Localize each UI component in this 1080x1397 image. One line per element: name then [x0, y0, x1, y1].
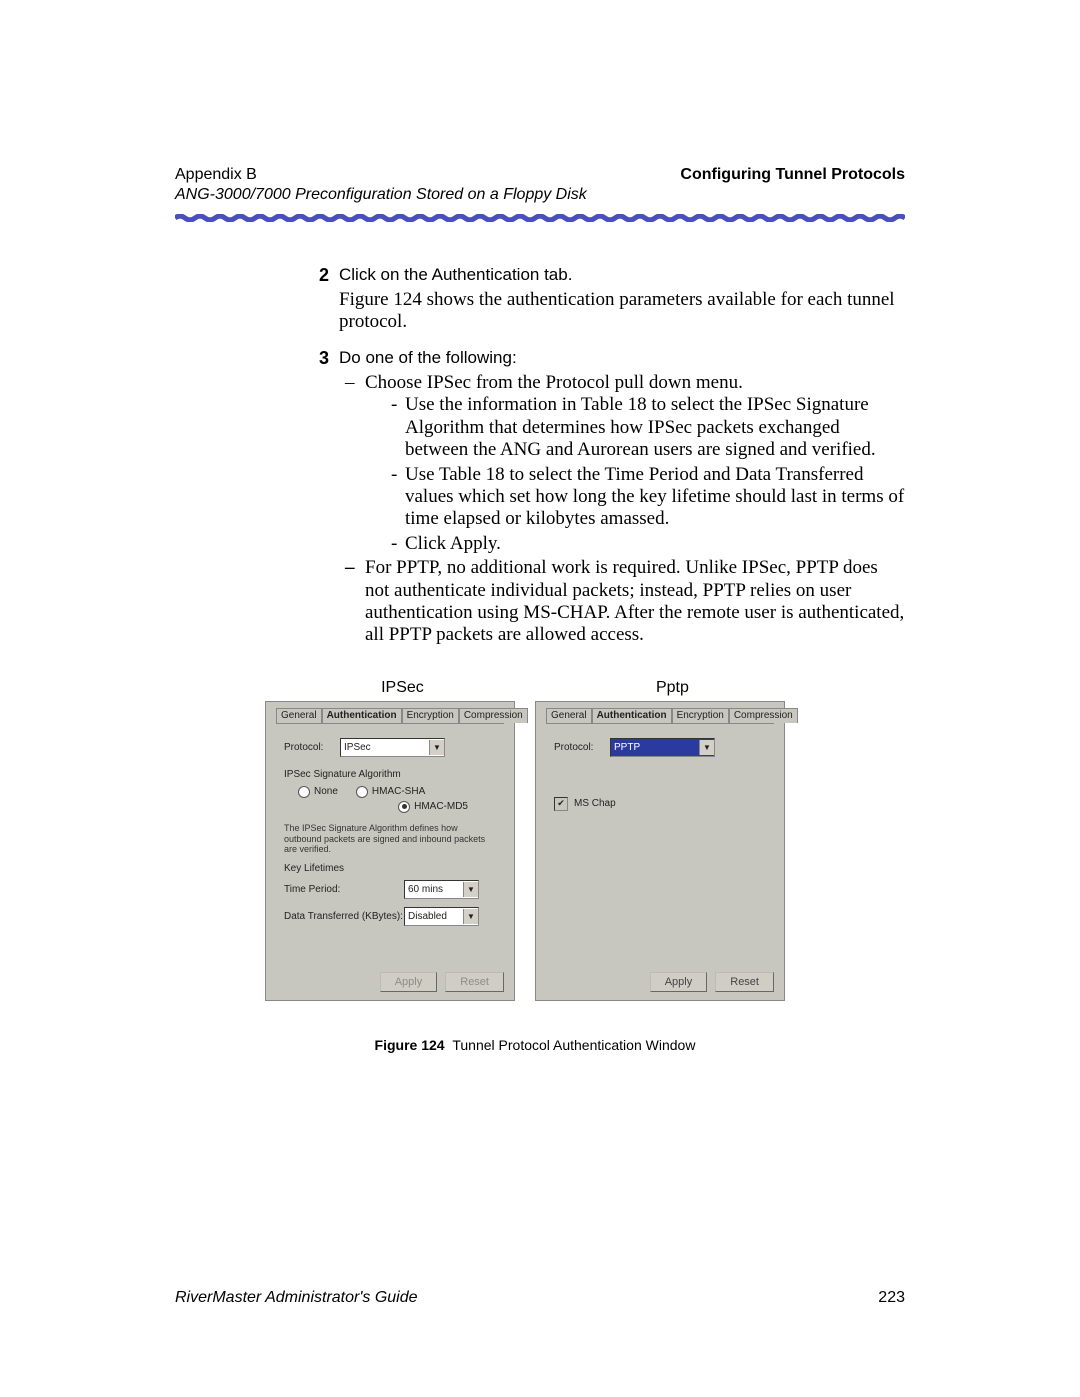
time-period-label: Time Period:	[284, 884, 404, 895]
protocol-label: Protocol:	[284, 742, 340, 753]
keylifetimes-title: Key Lifetimes	[284, 863, 498, 874]
signature-description: The IPSec Signature Algorithm defines ho…	[284, 823, 494, 855]
appendix-label: Appendix B	[175, 165, 257, 185]
time-period-select[interactable]: 60 mins ▼	[404, 880, 479, 899]
document-page: Appendix B Configuring Tunnel Protocols …	[0, 0, 1080, 1397]
step-2: 2 Click on the Authentication tab. Figur…	[305, 265, 905, 338]
protocol-select[interactable]: IPSec ▼	[340, 738, 445, 757]
reset-button[interactable]: Reset	[715, 972, 774, 992]
radio-hmac-md5[interactable]: HMAC-MD5	[398, 801, 468, 813]
footer-page-number: 223	[878, 1289, 905, 1307]
page-header: Appendix B Configuring Tunnel Protocols	[175, 165, 905, 185]
pptp-panel: General Authentication Encryption Compre…	[535, 701, 785, 1001]
apply-button[interactable]: Apply	[650, 972, 708, 992]
reset-button[interactable]: Reset	[445, 972, 504, 992]
radio-none[interactable]: None	[298, 786, 338, 798]
step-number: 2	[305, 265, 329, 338]
step-3-opt1c: Click Apply.	[391, 533, 905, 555]
tab-encryption[interactable]: Encryption	[402, 708, 459, 723]
mschap-checkbox[interactable]: ✔ MS Chap	[554, 797, 768, 811]
protocol-select[interactable]: PPTP ▼	[610, 738, 715, 757]
chevron-down-icon: ▼	[463, 882, 478, 897]
section-title: Configuring Tunnel Protocols	[680, 165, 905, 185]
tabs-row: General Authentication Encryption Compre…	[546, 708, 774, 724]
figure-col-pptp: Pptp	[656, 679, 689, 697]
tab-authentication[interactable]: Authentication	[592, 708, 672, 723]
figure-124: IPSec Pptp General Authentication Encryp…	[265, 679, 805, 1001]
checkbox-icon: ✔	[554, 797, 568, 811]
radio-hmac-sha[interactable]: HMAC-SHA	[356, 786, 425, 798]
chevron-down-icon: ▼	[699, 740, 714, 755]
page-footer: RiverMaster Administrator's Guide 223	[175, 1289, 905, 1307]
step-2-line2: Figure 124 shows the authentication para…	[339, 289, 905, 334]
step-3: 3 Do one of the following: Choose IPSec …	[305, 348, 905, 649]
chevron-down-icon: ▼	[429, 740, 444, 755]
ipsec-panel: General Authentication Encryption Compre…	[265, 701, 515, 1001]
protocol-label: Protocol:	[554, 742, 610, 753]
step-3-opt1: Choose IPSec from the Protocol pull down…	[339, 372, 905, 555]
step-3-opt2: For PPTP, no additional work is required…	[339, 557, 905, 647]
figure-caption: Figure 124 Tunnel Protocol Authenticatio…	[265, 1037, 805, 1053]
step-3-opt1b: Use Table 18 to select the Time Period a…	[391, 464, 905, 531]
step-list: 2 Click on the Authentication tab. Figur…	[305, 265, 905, 649]
data-transferred-select[interactable]: Disabled ▼	[404, 907, 479, 926]
divider-wave	[175, 214, 905, 222]
tab-compression[interactable]: Compression	[459, 708, 528, 723]
footer-guide: RiverMaster Administrator's Guide	[175, 1289, 418, 1307]
figure-col-ipsec: IPSec	[381, 679, 424, 697]
page-subtitle: ANG-3000/7000 Preconfiguration Stored on…	[175, 186, 905, 204]
step-3-intro: Do one of the following:	[339, 348, 905, 368]
tab-compression[interactable]: Compression	[729, 708, 798, 723]
step-number: 3	[305, 348, 329, 649]
tab-general[interactable]: General	[276, 708, 322, 723]
apply-button[interactable]: Apply	[380, 972, 438, 992]
chevron-down-icon: ▼	[463, 909, 478, 924]
tabs-row: General Authentication Encryption Compre…	[276, 708, 504, 724]
signature-group-title: IPSec Signature Algorithm	[284, 769, 498, 780]
data-transferred-label: Data Transferred (KBytes):	[284, 911, 404, 922]
tab-encryption[interactable]: Encryption	[672, 708, 729, 723]
tab-authentication[interactable]: Authentication	[322, 708, 402, 723]
tab-general[interactable]: General	[546, 708, 592, 723]
step-3-opt1a: Use the information in Table 18 to selec…	[391, 394, 905, 461]
step-2-line1: Click on the Authentication tab.	[339, 265, 905, 285]
